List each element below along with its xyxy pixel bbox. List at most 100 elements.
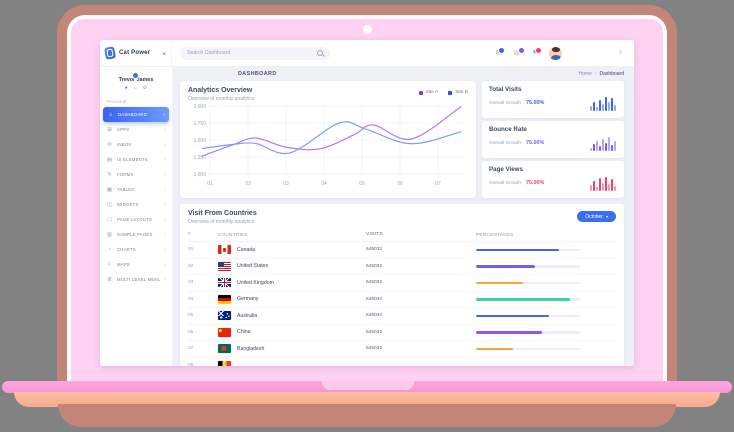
chevron-right-icon: › [164,172,166,178]
percentage-bar [476,348,513,351]
message-button[interactable]: ✉ [496,50,502,57]
sidebar-item-widgets[interactable]: ◫WIDGETS› [100,197,172,212]
chart-legend: Site A Site B [419,90,468,95]
legend-label: Site B [455,90,468,95]
sidebar-item-label: PAGE LAYOUTS [117,217,152,222]
row-country: United States [218,262,366,271]
row-country: Bangladesh [218,344,366,353]
search-input[interactable] [187,50,313,56]
search-bar[interactable] [180,47,330,60]
row-index: 06 [188,330,218,335]
breadcrumb: Home › Dashboard [579,71,624,77]
table-row[interactable]: 04Germany645032 [188,292,616,309]
grid-icon: ⊞ [106,127,113,133]
laptop-base-shadow [58,404,676,427]
badge [535,47,542,54]
table-row[interactable]: 05Australia645032 [188,308,616,325]
topbar-avatar[interactable] [549,47,562,60]
sidebar-item-tables[interactable]: ▦TABLES› [100,182,172,197]
topbar-menu-icon[interactable]: ≡ [618,50,634,56]
row-country: Australia [218,311,366,320]
breadcrumb-home[interactable]: Home [579,71,592,77]
legend-item-site-b[interactable]: Site B [448,90,468,95]
legend-item-site-a[interactable]: Site A [419,90,439,95]
month-select-button[interactable]: October ▾ [577,211,616,222]
chevron-right-icon: › [164,277,166,283]
main-content: DASHBOARD Home › Dashboard An [173,67,634,366]
col-countries: COUNTRIES [218,232,366,237]
table-row[interactable]: 01Canada645032 [188,242,616,259]
percentage-bar-track [476,282,580,285]
countries-subtitle: Overview of monthly analytics [188,219,616,225]
table-row[interactable]: 08 [188,358,616,367]
row-percentage [476,265,616,268]
country-name: China [237,329,251,335]
row-country: Germany [218,295,366,304]
sidebar-item-label: DASHBOARD [118,112,147,117]
chevron-right-icon: › [164,142,166,148]
inbox-icon: ✉ [106,142,113,148]
sidebar-item-apps[interactable]: ⊞APPS› [100,122,172,137]
page-header: DASHBOARD Home › Dashboard [180,71,624,77]
legend-swatch [448,91,452,95]
table-row[interactable]: 07Bangladesh645032 [188,341,616,358]
percentage-bar-track [476,315,580,318]
country-name: United States [237,263,268,269]
row-percentage [476,249,616,252]
mini-bar-chart [590,137,616,151]
united-kingdom-flag-icon [218,278,231,287]
svg-text:05: 05 [359,181,365,187]
sidebar-item-sample-pages[interactable]: ▥SAMPLE PAGES› [100,227,172,242]
search-icon[interactable] [317,50,323,56]
alert-button[interactable]: ⚑ [532,50,538,57]
sidebar-item-ui-elements[interactable]: ▤UI ELEMENTS› [100,152,172,167]
table-row[interactable]: 02United States645032 [188,259,616,276]
row-percentage [476,331,616,334]
chevron-right-icon: › [164,157,166,163]
laptop-screen-bezel: Cat Power ◄ ✉☏⚑ ≡ [71,19,663,384]
united-states-flag-icon [218,262,231,271]
legend-label: Site A [426,90,439,95]
svg-text:01: 01 [207,181,213,187]
chevron-right-icon: › [164,127,166,133]
svg-text:1,500: 1,500 [193,138,206,144]
svg-text:03: 03 [283,181,289,187]
badge [518,47,525,54]
line-chart: 2,0001,7501,5001,2501,00001020304050607 [188,102,468,190]
row-percentage [476,348,616,351]
stat-card-title: Total Visits [489,86,617,93]
table-body: 01Canada64503202United States64503203Uni… [188,242,616,366]
country-name: Bangladesh [237,346,264,352]
pages-icon: ▥ [106,232,113,238]
stat-growth-value: 75.00% [526,180,544,186]
sidebar-item-forms[interactable]: ✎FORMS› [100,167,172,182]
breadcrumb-current: Dashboard [600,71,624,77]
col-visits: VISITS [366,232,476,237]
percentage-bar [476,265,535,268]
percentage-bar-track [476,331,580,334]
laptop-base-notch [322,381,414,390]
table-row[interactable]: 03United Kingdom645032 [188,275,616,292]
series-site-b [202,122,460,154]
table-row[interactable]: 06China645032 [188,325,616,342]
sidebar-item-page-layouts[interactable]: ▢PAGE LAYOUTS› [100,212,172,227]
chevron-right-icon: › [164,217,166,223]
row-visits: 645032 [366,346,476,351]
percentage-bar [476,315,549,318]
dashboard-window: Cat Power ◄ ✉☏⚑ ≡ [100,40,634,366]
row-visits: 645032 [366,247,476,252]
sidebar-item-multi-level-menu[interactable]: ≣MULTI LEVEL MENU› [100,272,172,287]
sidebar-collapse-icon[interactable]: ◄ [162,51,166,56]
row-index: 03 [188,280,218,285]
sidebar-item-inbox[interactable]: ✉INBOX› [100,137,172,152]
percentage-bar-track [476,265,580,268]
sidebar-item-charts[interactable]: ◔CHARTS› [100,242,172,257]
sidebar-item-maps[interactable]: ⚐MAPS› [100,257,172,272]
notification-button[interactable]: ☏ [512,50,521,57]
laptop-screen-shell: Cat Power ◄ ✉☏⚑ ≡ [57,5,677,384]
breadcrumb-separator-icon: › [595,71,597,77]
mini-bar-chart [590,177,616,191]
mini-bar-chart [590,97,616,111]
svg-text:04: 04 [321,181,327,187]
sidebar-item-dashboard[interactable]: ⌂DASHBOARD› [103,107,169,122]
